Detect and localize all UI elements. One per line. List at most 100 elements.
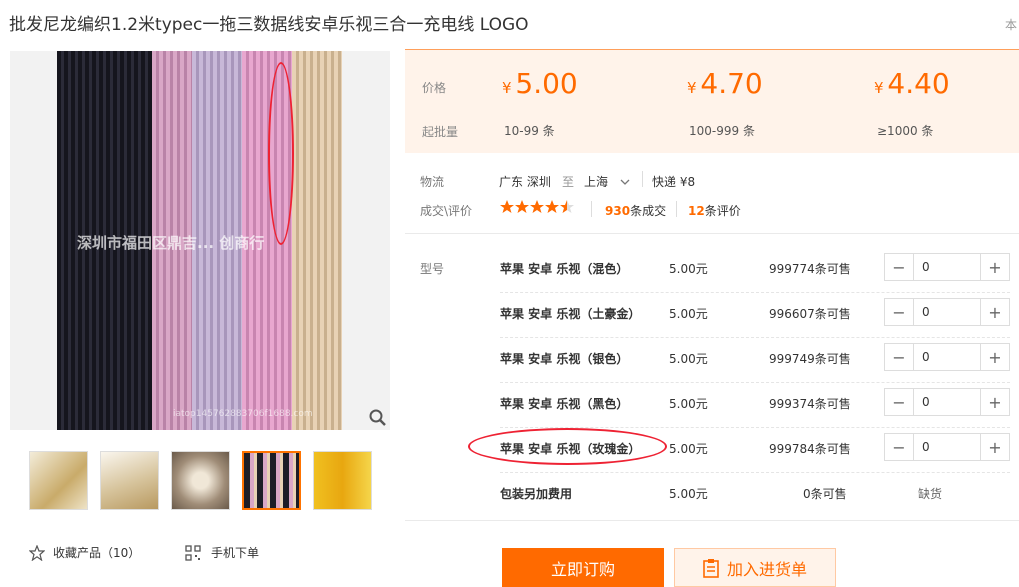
divider — [405, 520, 1019, 521]
destination-select[interactable]: 上海 — [584, 173, 630, 190]
sku-row: 包装另加费用 5.00元 0条可售 缺货 — [500, 473, 1010, 518]
quantity-input[interactable]: 0 — [913, 389, 981, 415]
sku-stock: 0条可售 — [803, 487, 847, 501]
decrement-button[interactable]: − — [885, 254, 913, 280]
red-annotation-ellipse — [268, 62, 294, 245]
thumbnail[interactable] — [29, 451, 88, 510]
tier-range: ≥1000 条 — [877, 124, 934, 138]
quantity-input[interactable]: 0 — [913, 434, 981, 460]
increment-button[interactable]: + — [981, 254, 1009, 280]
thumbnail-active[interactable] — [242, 451, 301, 510]
tier-price: 4.70 — [700, 67, 763, 100]
clipboard-icon — [703, 558, 719, 578]
ship-from: 广东 深圳 — [499, 175, 551, 189]
quantity-stepper: − 0 + — [884, 433, 1010, 461]
quantity-stepper: − 0 + — [884, 388, 1010, 416]
tier-price: 5.00 — [515, 67, 578, 100]
deal-count-number: 930 — [605, 204, 631, 218]
chevron-down-icon — [620, 179, 630, 185]
sku-label: 型号 — [420, 262, 445, 276]
tier-range: 100-999 条 — [689, 124, 755, 138]
sku-name: 苹果 安卓 乐视（银色） — [500, 352, 629, 366]
separator — [591, 201, 592, 217]
buy-now-button[interactable]: 立即订购 — [502, 548, 664, 587]
increment-button[interactable]: + — [981, 299, 1009, 325]
deals-label: 成交\评价 — [420, 204, 473, 218]
sku-stock: 999374条可售 — [769, 397, 851, 411]
corner-text: 本 — [1004, 18, 1017, 32]
price-tier-1: ¥ 5.00 — [502, 67, 578, 100]
quantity-stepper: − 0 + — [884, 253, 1010, 281]
review-count[interactable]: 12条评价 — [688, 202, 741, 219]
mobile-order-button[interactable]: 手机下单 — [185, 544, 259, 561]
collect-label: 收藏产品（10） — [53, 546, 141, 560]
sku-row: 苹果 安卓 乐视（银色） 5.00元 999749条可售 − 0 + — [500, 338, 1010, 383]
add-to-cart-button[interactable]: 加入进货单 — [674, 548, 836, 587]
review-count-number: 12 — [688, 204, 705, 218]
star-outline-icon — [29, 544, 45, 561]
price-panel: 价格 起批量 ¥ 5.00 ¥ 4.70 ¥ 4.40 10-99 条 100-… — [405, 49, 1019, 153]
increment-button[interactable]: + — [981, 344, 1009, 370]
quantity-input[interactable]: 0 — [913, 299, 981, 325]
main-product-image[interactable]: 深圳市福田区鼎吉... 创商行 iatop145762883706f1688.c… — [10, 51, 390, 430]
sku-price: 5.00元 — [669, 352, 708, 366]
sku-stock: 996607条可售 — [769, 307, 851, 321]
sku-name: 苹果 安卓 乐视（黑色） — [500, 397, 629, 411]
thumbnail-strip — [29, 451, 372, 510]
moq-label: 起批量 — [422, 125, 459, 139]
sku-price: 5.00元 — [669, 262, 708, 276]
sku-row: 苹果 安卓 乐视（黑色） 5.00元 999374条可售 − 0 + — [500, 383, 1010, 428]
logistics-label: 物流 — [420, 175, 445, 189]
increment-button[interactable]: + — [981, 434, 1009, 460]
destination: 上海 — [584, 175, 609, 189]
sku-stock: 999774条可售 — [769, 262, 851, 276]
currency-symbol: ¥ — [502, 79, 512, 97]
decrement-button[interactable]: − — [885, 389, 913, 415]
image-watermark: 深圳市福田区鼎吉... 创商行 — [77, 234, 265, 252]
sku-stock: 999749条可售 — [769, 352, 851, 366]
price-tier-2: ¥ 4.70 — [687, 67, 763, 100]
sku-price: 5.00元 — [669, 487, 708, 501]
collect-product-button[interactable]: 收藏产品（10） — [29, 544, 140, 561]
deal-count-suffix: 条成交 — [630, 204, 667, 218]
star-rating-icon — [500, 200, 574, 213]
sku-name: 苹果 安卓 乐视（土豪金） — [500, 307, 641, 321]
review-count-suffix: 条评价 — [704, 204, 741, 218]
sku-price: 5.00元 — [669, 397, 708, 411]
add-to-cart-label: 加入进货单 — [726, 559, 807, 579]
sku-name: 包装另加费用 — [500, 487, 573, 501]
decrement-button[interactable]: − — [885, 299, 913, 325]
sku-price: 5.00元 — [669, 442, 708, 456]
price-tier-3: ¥ 4.40 — [874, 67, 950, 100]
quantity-input[interactable]: 0 — [913, 254, 981, 280]
currency-symbol: ¥ — [687, 79, 697, 97]
red-annotation-ellipse — [468, 428, 667, 465]
sku-name: 苹果 安卓 乐视（混色） — [500, 262, 629, 276]
quantity-input[interactable]: 0 — [913, 344, 981, 370]
sku-price: 5.00元 — [669, 307, 708, 321]
quantity-stepper: − 0 + — [884, 298, 1010, 326]
thumbnail[interactable] — [171, 451, 230, 510]
sku-stock: 999784条可售 — [769, 442, 851, 456]
separator — [642, 171, 643, 187]
price-label: 价格 — [422, 81, 447, 95]
quantity-stepper: − 0 + — [884, 343, 1010, 371]
rating-stars — [500, 200, 574, 217]
thumbnail[interactable] — [313, 451, 372, 510]
sku-row: 苹果 安卓 乐视（土豪金） 5.00元 996607条可售 − 0 + — [500, 293, 1010, 338]
sku-row: 苹果 安卓 乐视（混色） 5.00元 999774条可售 − 0 + — [500, 248, 1010, 293]
product-title: 批发尼龙编织1.2米typec一拖三数据线安卓乐视三合一充电线 LOGO — [9, 15, 529, 35]
decrement-button[interactable]: − — [885, 344, 913, 370]
mobile-order-label: 手机下单 — [211, 546, 260, 560]
tier-range: 10-99 条 — [504, 124, 555, 138]
cable-photo: 深圳市福田区鼎吉... 创商行 iatop145762883706f1688.c… — [57, 51, 342, 430]
tier-price: 4.40 — [887, 67, 950, 100]
increment-button[interactable]: + — [981, 389, 1009, 415]
decrement-button[interactable]: − — [885, 434, 913, 460]
thumbnail[interactable] — [100, 451, 159, 510]
image-note: iatop145762883706f1688.com — [173, 409, 313, 419]
divider — [405, 233, 1019, 234]
magnifier-icon[interactable] — [368, 408, 388, 428]
sold-out-status: 缺货 — [918, 487, 943, 501]
deal-count[interactable]: 930条成交 — [605, 202, 666, 219]
